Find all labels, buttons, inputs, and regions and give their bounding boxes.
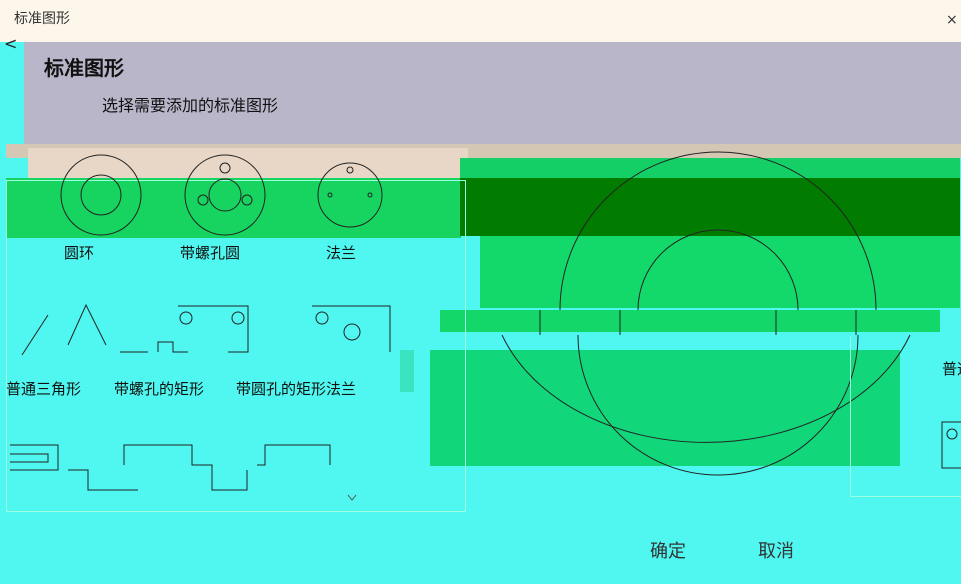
triangle-icon[interactable] bbox=[8, 300, 108, 360]
hole-rect-flange-icon[interactable] bbox=[300, 304, 395, 359]
flange-icon[interactable] bbox=[310, 150, 390, 240]
page-title: 标准图形 bbox=[44, 56, 124, 80]
gallery-item-label: 带螺孔圆 bbox=[180, 244, 241, 262]
step-profile-2-icon[interactable] bbox=[255, 440, 335, 495]
chevron-left-icon[interactable]: < bbox=[4, 34, 17, 53]
step-profile-icon[interactable] bbox=[122, 440, 252, 495]
slot-shape-icon[interactable] bbox=[8, 440, 138, 495]
ok-button[interactable]: 确定 bbox=[650, 537, 686, 563]
title-bar bbox=[0, 0, 961, 42]
side-partial-label: 普通 bbox=[942, 360, 961, 378]
gallery-item-label: 圆环 bbox=[64, 244, 95, 262]
gallery-item-label: 带圆孔的矩形法兰 bbox=[236, 380, 357, 398]
bolt-circle-icon[interactable] bbox=[175, 150, 275, 240]
cancel-button[interactable]: 取消 bbox=[758, 537, 794, 563]
chevron-down-icon[interactable] bbox=[346, 493, 358, 503]
page-subtitle: 选择需要添加的标准图形 bbox=[102, 96, 279, 115]
window-title: 标准图形 bbox=[14, 11, 70, 27]
ring-icon[interactable] bbox=[56, 150, 146, 240]
side-rect-icon[interactable] bbox=[938, 420, 961, 470]
gallery-item-label: 普通三角形 bbox=[6, 380, 82, 398]
gallery-item-label: 带螺孔的矩形 bbox=[114, 380, 205, 398]
bolt-rectangle-icon[interactable] bbox=[118, 304, 258, 359]
gallery-item-label: 法兰 bbox=[326, 244, 357, 262]
close-icon[interactable]: × bbox=[946, 12, 958, 28]
